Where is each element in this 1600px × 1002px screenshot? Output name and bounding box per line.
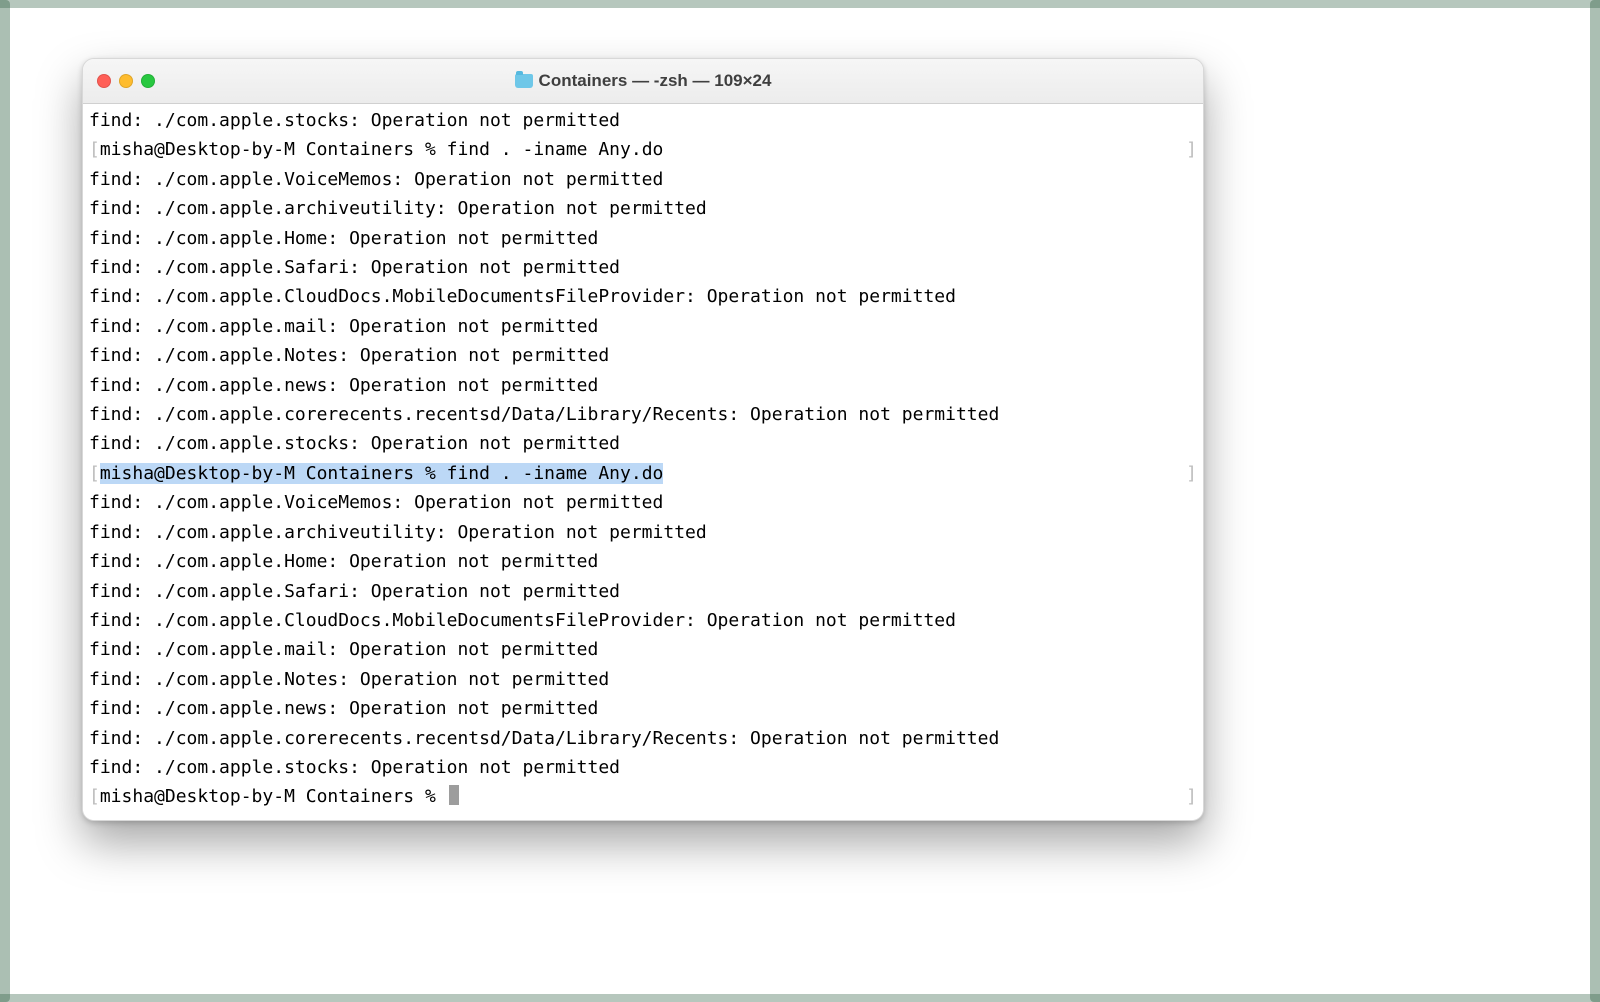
prompt-text: misha@Desktop-by-M Containers % find . -… [100, 463, 664, 484]
terminal-output-line: find: ./com.apple.mail: Operation not pe… [89, 635, 1197, 664]
terminal-output-line: find: ./com.apple.archiveutility: Operat… [89, 194, 1197, 223]
bracket-left: [ [89, 139, 100, 160]
bracket-left: [ [89, 786, 100, 807]
window-titlebar[interactable]: Containers — -zsh — 109×24 [83, 59, 1203, 104]
zoom-button[interactable] [141, 74, 155, 88]
terminal-output-line: find: ./com.apple.corerecents.recentsd/D… [89, 724, 1197, 753]
terminal-output-line: find: ./com.apple.stocks: Operation not … [89, 753, 1197, 782]
window-title: Containers — -zsh — 109×24 [83, 71, 1203, 91]
terminal-output-line: find: ./com.apple.Safari: Operation not … [89, 253, 1197, 282]
terminal-prompt-line: [misha@Desktop-by-M Containers % find . … [89, 459, 1197, 488]
terminal-output-line: find: ./com.apple.Home: Operation not pe… [89, 547, 1197, 576]
bracket-left: [ [89, 463, 100, 484]
close-button[interactable] [97, 74, 111, 88]
terminal-output-line: find: ./com.apple.VoiceMemos: Operation … [89, 165, 1197, 194]
bracket-right: ] [1186, 782, 1197, 811]
terminal-prompt-line: [misha@Desktop-by-M Containers % ] [89, 782, 1197, 811]
terminal-output-line: find: ./com.apple.Notes: Operation not p… [89, 341, 1197, 370]
bracket-right: ] [1186, 459, 1197, 488]
terminal-output-line: find: ./com.apple.CloudDocs.MobileDocume… [89, 606, 1197, 635]
terminal-output-line: find: ./com.apple.stocks: Operation not … [89, 106, 1197, 135]
cursor-icon [449, 785, 459, 805]
terminal-output-line: find: ./com.apple.news: Operation not pe… [89, 371, 1197, 400]
terminal-window: Containers — -zsh — 109×24 find: ./com.a… [82, 58, 1204, 821]
prompt-text: misha@Desktop-by-M Containers % [100, 786, 447, 807]
terminal-output-line: find: ./com.apple.CloudDocs.MobileDocume… [89, 282, 1197, 311]
terminal-output-line: find: ./com.apple.Notes: Operation not p… [89, 665, 1197, 694]
minimize-button[interactable] [119, 74, 133, 88]
bracket-right: ] [1186, 135, 1197, 164]
terminal-output-line: find: ./com.apple.archiveutility: Operat… [89, 518, 1197, 547]
terminal-prompt-line: [misha@Desktop-by-M Containers % find . … [89, 135, 1197, 164]
terminal-output-line: find: ./com.apple.VoiceMemos: Operation … [89, 488, 1197, 517]
window-controls [83, 74, 155, 88]
terminal-output-line: find: ./com.apple.Home: Operation not pe… [89, 224, 1197, 253]
prompt-text: misha@Desktop-by-M Containers % find . -… [100, 139, 664, 160]
folder-icon [515, 74, 533, 88]
terminal-output-line: find: ./com.apple.news: Operation not pe… [89, 694, 1197, 723]
terminal-output-line: find: ./com.apple.Safari: Operation not … [89, 577, 1197, 606]
terminal-output-line: find: ./com.apple.mail: Operation not pe… [89, 312, 1197, 341]
terminal-output-line: find: ./com.apple.stocks: Operation not … [89, 429, 1197, 458]
terminal-viewport[interactable]: find: ./com.apple.stocks: Operation not … [83, 104, 1203, 820]
window-title-text: Containers — -zsh — 109×24 [539, 71, 772, 91]
terminal-output-line: find: ./com.apple.corerecents.recentsd/D… [89, 400, 1197, 429]
